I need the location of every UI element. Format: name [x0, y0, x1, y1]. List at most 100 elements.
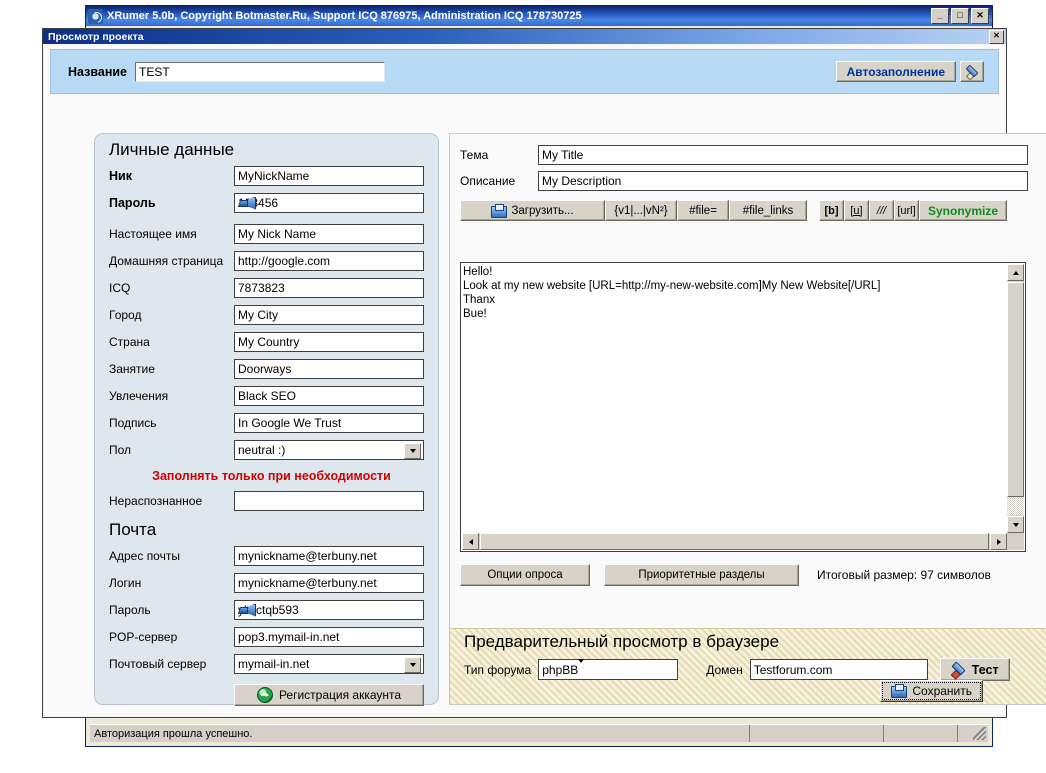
gender-select[interactable]: neutral :): [234, 439, 424, 460]
field-label: Подпись: [109, 415, 157, 430]
key-icon[interactable]: [239, 603, 255, 617]
field-label: Настоящее имя: [109, 226, 197, 241]
mail-server-selected-value: mymail-in.net: [238, 656, 310, 671]
occupation-input[interactable]: Doorways: [234, 358, 424, 379]
bold-button[interactable]: [b]: [819, 200, 844, 221]
minimize-button[interactable]: _: [931, 8, 949, 24]
file-macro-button[interactable]: #file=: [677, 200, 729, 221]
unrecognized-input[interactable]: [234, 490, 424, 511]
message-actions-row: Опции опроса Приоритетные разделы Итогов…: [460, 564, 991, 586]
message-panel: Тема My Title Описание My Description За…: [449, 133, 1046, 705]
signature-input[interactable]: In Google We Trust: [234, 412, 424, 433]
pop-server-input[interactable]: pop3.mymail-in.net: [234, 626, 424, 647]
save-icon: [891, 684, 908, 698]
field-label: Домашняя страница: [109, 253, 224, 268]
subject-input[interactable]: My Title: [538, 145, 1028, 165]
app-logo-icon: [88, 8, 103, 24]
underline-button[interactable]: [u]: [844, 200, 869, 221]
save-button[interactable]: Сохранить: [880, 680, 983, 702]
chevron-down-icon[interactable]: [578, 658, 585, 677]
resize-grip-icon[interactable]: [958, 725, 988, 742]
scroll-down-icon[interactable]: [1007, 516, 1024, 533]
gender-selected-value: neutral :): [238, 442, 286, 457]
field-row-icq: ICQ 7873823: [95, 274, 438, 301]
upload-label: Загрузить...: [511, 204, 574, 217]
maximize-button[interactable]: □: [951, 8, 969, 24]
italic-button[interactable]: ///: [869, 200, 894, 221]
field-row-signature: Подпись In Google We Trust: [95, 409, 438, 436]
mail-address-input[interactable]: mynickname@terbuny.net: [234, 545, 424, 566]
url-button[interactable]: [url]: [894, 200, 919, 221]
edit-pen-button[interactable]: [960, 61, 984, 82]
chevron-down-icon[interactable]: [404, 442, 421, 459]
synonymize-button[interactable]: Synonymize: [919, 200, 1008, 221]
scroll-left-icon[interactable]: [462, 533, 479, 550]
nick-input[interactable]: MyNickName: [234, 165, 424, 186]
mail-password-input[interactable]: ykkctqb593: [234, 599, 424, 620]
field-row-unrecognized: Нераспознанное: [95, 487, 438, 514]
horizontal-scrollbar[interactable]: [462, 533, 1007, 550]
field-label: Логин: [109, 575, 142, 590]
field-label: Пароль: [109, 602, 151, 617]
autofill-button[interactable]: Автозаполнение: [835, 61, 956, 82]
interests-input[interactable]: Black SEO: [234, 385, 424, 406]
field-label: POP-сервер: [109, 629, 178, 644]
field-row-mail-server: Почтовый сервер mymail-in.net: [95, 650, 438, 677]
mail-server-label: Почтовый сервер: [109, 656, 207, 671]
description-label: Описание: [460, 174, 516, 188]
status-bar: Авторизация прошла успешно.: [90, 724, 988, 742]
register-account-button[interactable]: Регистрация аккаунта: [234, 684, 424, 706]
homepage-input[interactable]: http://google.com: [234, 250, 424, 271]
key-icon[interactable]: [239, 196, 255, 210]
vertical-scroll-thumb[interactable]: [1007, 282, 1024, 497]
field-row-password: Пароль 123456: [95, 189, 438, 216]
upload-button[interactable]: Загрузить...: [460, 200, 605, 221]
forum-type-select[interactable]: phpBB: [538, 658, 679, 680]
real-name-input[interactable]: My Nick Name: [234, 223, 424, 244]
field-row-real-name: Настоящее имя My Nick Name: [95, 220, 438, 247]
poll-options-button[interactable]: Опции опроса: [460, 564, 590, 586]
description-input[interactable]: My Description: [538, 171, 1028, 191]
personal-data-panel: Личные данные Ник MyNickName Пароль 1234…: [94, 133, 439, 706]
file-links-macro-button[interactable]: #file_links: [729, 200, 807, 221]
message-body-area[interactable]: Hello! Look at my new website [URL=http:…: [460, 262, 1026, 552]
horizontal-scroll-thumb[interactable]: [480, 533, 989, 550]
mail-server-select[interactable]: mymail-in.net: [234, 653, 424, 674]
total-size-text: Итоговый размер: 97 символов: [817, 568, 991, 582]
browser-preview-heading: Предварительный просмотр в браузере: [464, 632, 780, 651]
app-title-text: XRumer 5.0b, Copyright Botmaster.Ru, Sup…: [107, 10, 582, 22]
field-row-occupation: Занятие Doorways: [95, 355, 438, 382]
row-description: Описание My Description: [450, 168, 1046, 194]
field-row-homepage: Домашняя страница http://google.com: [95, 247, 438, 274]
scroll-right-icon[interactable]: [990, 533, 1007, 550]
personal-data-heading: Личные данные: [109, 140, 235, 159]
message-body-text[interactable]: Hello! Look at my new website [URL=http:…: [463, 265, 1006, 532]
chevron-down-icon[interactable]: [404, 656, 421, 673]
domain-input[interactable]: Testforum.com: [749, 659, 928, 680]
status-pane-2: [750, 725, 884, 742]
country-input[interactable]: My Country: [234, 331, 424, 352]
scroll-up-icon[interactable]: [1007, 264, 1024, 281]
vertical-scroll-track[interactable]: [1007, 497, 1024, 515]
vertical-scrollbar[interactable]: [1007, 264, 1024, 533]
folder-icon: [491, 204, 508, 218]
priority-sections-button[interactable]: Приоритетные разделы: [604, 564, 799, 586]
password-input[interactable]: 123456: [234, 192, 424, 213]
mail-login-input[interactable]: mynickname@terbuny.net: [234, 572, 424, 593]
scrollbar-corner: [1007, 533, 1024, 550]
city-input[interactable]: My City: [234, 304, 424, 325]
pen-test-icon: [951, 662, 967, 677]
field-row-mail-login: Логин mynickname@terbuny.net: [95, 569, 438, 596]
domain-label: Домен: [706, 662, 743, 677]
close-button[interactable]: ✕: [971, 8, 989, 24]
project-name-input[interactable]: [135, 61, 386, 82]
field-label: Ник: [109, 168, 132, 183]
field-row-pop-server: POP-сервер pop3.mymail-in.net: [95, 623, 438, 650]
spintax-button[interactable]: {v1|...|vN²}: [605, 200, 677, 221]
window-controls: _ □ ✕: [931, 8, 990, 24]
dialog-close-button[interactable]: ✕: [989, 29, 1004, 44]
field-row-mail-password: Пароль ykkctqb593: [95, 596, 438, 623]
test-button[interactable]: Тест: [939, 658, 1010, 681]
field-label: Пароль: [109, 195, 156, 210]
icq-input[interactable]: 7873823: [234, 277, 424, 298]
